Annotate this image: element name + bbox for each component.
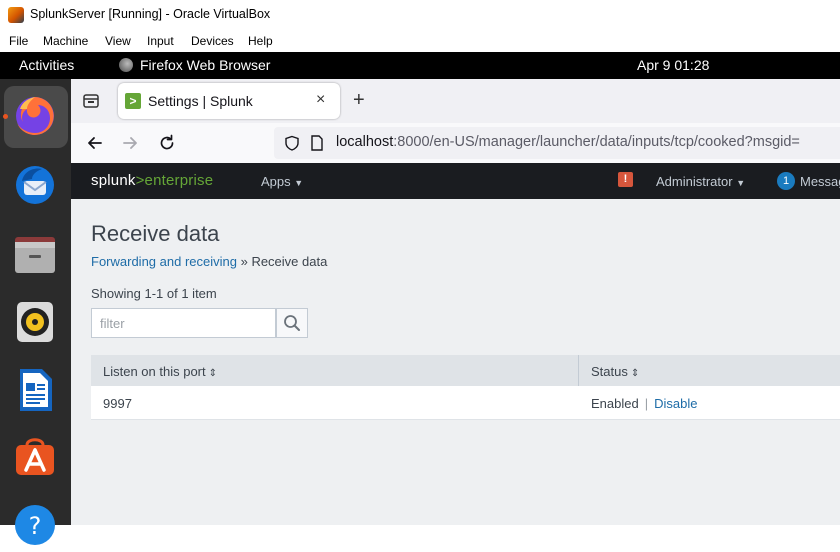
- app-center-icon[interactable]: [12, 433, 58, 479]
- user-menu[interactable]: Administrator ▼: [656, 174, 745, 189]
- messages-count-badge[interactable]: 1: [777, 172, 795, 190]
- page-title: Receive data: [91, 221, 220, 246]
- tracking-shield-icon[interactable]: [284, 135, 300, 151]
- splunk-header: splunk>enterprise Apps ▼ ! Administrator…: [71, 163, 840, 199]
- new-tab-button[interactable]: +: [353, 90, 365, 110]
- filter-input[interactable]: [91, 308, 276, 338]
- libreoffice-writer-icon[interactable]: [12, 367, 58, 413]
- splunk-logo[interactable]: splunk>enterprise: [91, 172, 213, 189]
- window-title: SplunkServer [Running] - Oracle VirtualB…: [30, 7, 271, 21]
- splunk-favicon-icon: >: [125, 93, 141, 109]
- status-cell: Enabled | Disable: [591, 396, 698, 411]
- virtualbox-title-bar: SplunkServer [Running] - Oracle VirtualB…: [0, 0, 840, 30]
- menu-machine[interactable]: Machine: [43, 34, 88, 48]
- table-header: Listen on this port ⇕ Status ⇕: [91, 355, 840, 386]
- tab-title: Settings | Splunk: [148, 93, 253, 109]
- tab-close-icon[interactable]: ×: [316, 91, 325, 109]
- firefox-icon[interactable]: [12, 93, 58, 139]
- sort-icon: ⇕: [630, 368, 640, 379]
- menu-view[interactable]: View: [105, 34, 131, 48]
- virtualbox-icon: [8, 7, 24, 23]
- menu-file[interactable]: File: [9, 34, 28, 48]
- firefox-app-icon: [119, 58, 133, 72]
- menu-input[interactable]: Input: [147, 34, 174, 48]
- page-info-icon[interactable]: [310, 135, 324, 151]
- active-app-name[interactable]: Firefox Web Browser: [140, 57, 270, 73]
- alert-icon[interactable]: !: [618, 172, 633, 187]
- files-icon[interactable]: [12, 231, 58, 277]
- browser-tab-strip: > Settings | Splunk × +: [71, 79, 840, 123]
- table-row: 9997 Enabled | Disable: [91, 386, 840, 420]
- ubuntu-dock: ?: [0, 79, 71, 545]
- sort-icon: ⇕: [208, 368, 218, 379]
- help-icon[interactable]: ?: [12, 501, 58, 547]
- port-cell[interactable]: 9997: [103, 396, 132, 411]
- ubuntu-top-bar: Activities Firefox Web Browser Apr 9 01:…: [0, 52, 840, 79]
- page-content: Receive data Forwarding and receiving » …: [71, 199, 840, 525]
- column-header-port[interactable]: Listen on this port ⇕: [103, 364, 217, 379]
- forward-arrow-icon[interactable]: [120, 133, 140, 153]
- rhythmbox-icon[interactable]: [12, 299, 58, 345]
- menu-devices[interactable]: Devices: [191, 34, 234, 48]
- svg-text:?: ?: [29, 512, 42, 540]
- browser-nav-bar: localhost:8000/en-US/manager/launcher/da…: [71, 123, 840, 164]
- dock-running-indicator: [3, 114, 8, 119]
- breadcrumb: Forwarding and receiving » Receive data: [91, 254, 328, 269]
- thunderbird-icon[interactable]: [12, 161, 58, 207]
- tab-settings-splunk[interactable]: > Settings | Splunk ×: [118, 83, 340, 119]
- search-icon: [284, 315, 300, 331]
- activities-button[interactable]: Activities: [19, 57, 74, 73]
- breadcrumb-current: Receive data: [251, 254, 328, 269]
- firefox-view-icon[interactable]: [81, 91, 101, 111]
- column-header-status[interactable]: Status ⇕: [591, 364, 639, 379]
- breadcrumb-forwarding-link[interactable]: Forwarding and receiving: [91, 254, 237, 269]
- reload-icon[interactable]: [157, 133, 177, 153]
- search-button[interactable]: [276, 308, 308, 338]
- messages-menu[interactable]: Messages: [800, 174, 840, 189]
- column-divider: [578, 355, 579, 386]
- back-arrow-icon[interactable]: [85, 133, 105, 153]
- clock[interactable]: Apr 9 01:28: [637, 57, 709, 73]
- results-count: Showing 1-1 of 1 item: [91, 286, 217, 301]
- menu-help[interactable]: Help: [248, 34, 273, 48]
- url-text[interactable]: localhost:8000/en-US/manager/launcher/da…: [336, 134, 800, 150]
- apps-menu[interactable]: Apps ▼: [261, 174, 303, 189]
- virtualbox-menu-bar: File Machine View Input Devices Help: [0, 30, 840, 52]
- url-bar[interactable]: localhost:8000/en-US/manager/launcher/da…: [274, 127, 840, 159]
- disable-link[interactable]: Disable: [654, 396, 697, 411]
